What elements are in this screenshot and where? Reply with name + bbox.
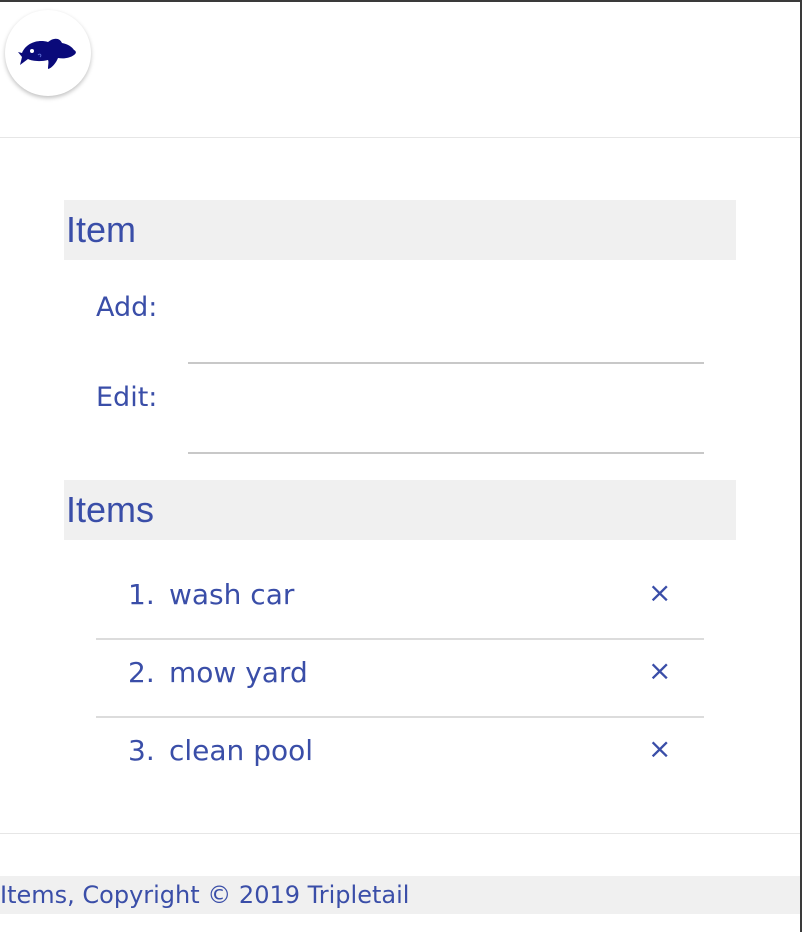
fish-icon[interactable]	[5, 10, 91, 96]
item-text[interactable]: mow yard	[169, 656, 308, 689]
add-label: Add:	[96, 292, 158, 323]
list-item: 2. mow yard ×	[96, 638, 704, 718]
list-item: 1. wash car ×	[96, 560, 704, 640]
edit-item-input[interactable]	[188, 412, 704, 454]
items-section-title: Items	[64, 480, 736, 540]
footer-copyright: Items, Copyright © 2019 Tripletail	[0, 876, 800, 914]
item-number: 2.	[128, 656, 155, 689]
fish-logo-graphic	[18, 38, 76, 69]
item-text[interactable]: wash car	[169, 578, 294, 611]
item-number: 1.	[128, 578, 155, 611]
header	[0, 2, 800, 138]
remove-item-icon[interactable]: ×	[648, 732, 671, 765]
edit-label: Edit:	[96, 382, 158, 413]
item-text[interactable]: clean pool	[169, 734, 313, 767]
remove-item-icon[interactable]: ×	[648, 654, 671, 687]
item-section-title: Item	[64, 200, 736, 260]
add-item-input[interactable]	[188, 322, 704, 364]
item-number: 3.	[128, 734, 155, 767]
list-item: 3. clean pool ×	[96, 716, 704, 794]
footer-divider	[0, 833, 800, 834]
remove-item-icon[interactable]: ×	[648, 576, 671, 609]
